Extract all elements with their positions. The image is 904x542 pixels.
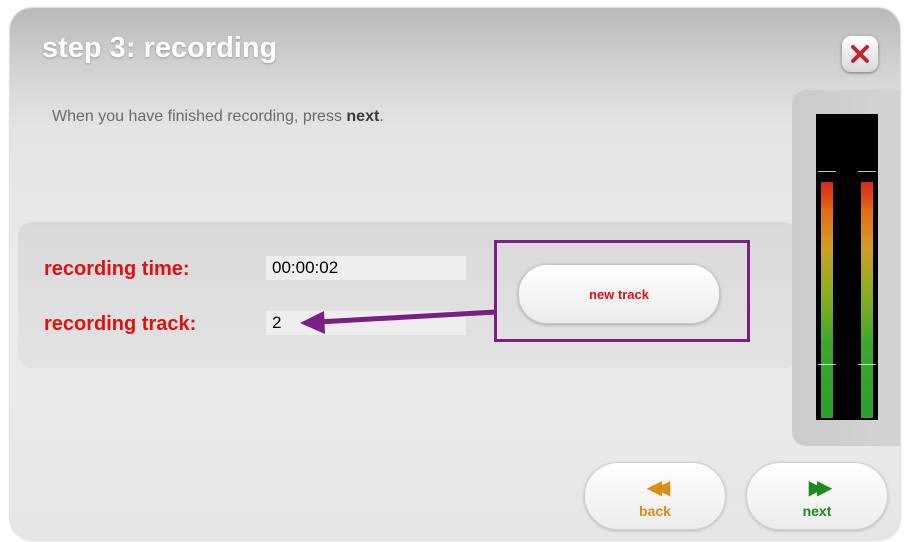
new-track-button[interactable]: new track — [518, 264, 720, 324]
level-marker-left — [818, 364, 836, 365]
recording-track-label: recording track: — [44, 313, 197, 335]
recording-time-label: recording time: — [44, 258, 190, 280]
instructions-emphasis: next — [346, 108, 380, 125]
close-button[interactable] — [842, 36, 878, 72]
peak-marker-right — [858, 171, 876, 172]
next-button[interactable]: ▶▶ next — [746, 462, 888, 530]
instructions-text: When you have finished recording, press … — [52, 108, 384, 126]
level-meter — [816, 114, 878, 420]
close-x-icon — [851, 45, 869, 63]
recording-time-value: 00:00:02 — [266, 256, 466, 280]
instructions-suffix: . — [379, 108, 384, 125]
back-button[interactable]: ◀◀ back — [584, 462, 726, 530]
fast-forward-icon: ▶▶ — [808, 475, 833, 499]
back-label: back — [639, 503, 671, 519]
level-meter-bar-right — [861, 182, 873, 418]
level-marker-right — [858, 364, 876, 365]
peak-marker-left — [818, 171, 836, 172]
next-label: next — [802, 503, 832, 519]
recording-dialog: step 3: recording When you have finished… — [10, 8, 900, 540]
rewind-icon: ◀◀ — [646, 475, 671, 499]
dialog-title: step 3: recording — [42, 32, 278, 64]
recording-track-value: 2 — [266, 311, 466, 335]
level-meter-bar-left — [821, 182, 833, 418]
instructions-prefix: When you have finished recording, press — [52, 108, 347, 125]
